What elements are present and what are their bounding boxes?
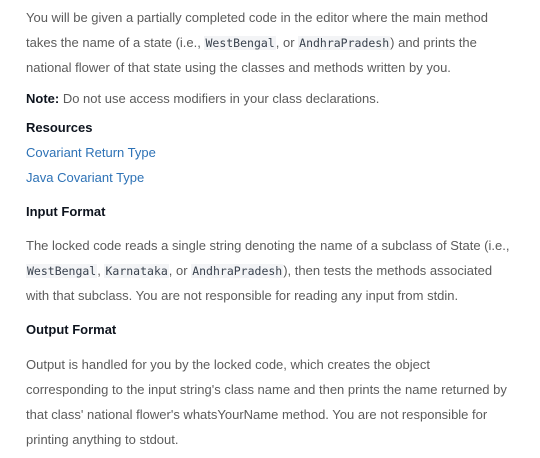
- intro-line: national flower of that state using the …: [26, 60, 451, 75]
- text: , or: [168, 263, 192, 278]
- inline-code: AndhraPradesh: [191, 264, 284, 278]
- output-format-heading: Output Format: [26, 322, 117, 337]
- link-covariant-return-type[interactable]: Covariant Return Type: [26, 145, 156, 161]
- output-format-line: Output is handled for you by the locked …: [26, 357, 430, 372]
- text: takes the name of a state (i.e.,: [26, 35, 205, 50]
- output-format-line: that class' national flower's whatsYourN…: [26, 407, 488, 422]
- note-text: Do not use access modifiers in your clas…: [59, 91, 380, 106]
- inline-code: WestBengal: [204, 36, 276, 50]
- intro-line: takes the name of a state (i.e., WestBen…: [26, 35, 477, 51]
- note-label: Note:: [26, 91, 60, 106]
- text: ), then tests the methods associated: [283, 263, 493, 278]
- inline-code: AndhraPradesh: [298, 36, 391, 50]
- text: , or: [275, 35, 299, 50]
- resources-heading: Resources: [26, 120, 93, 135]
- inline-code: WestBengal: [26, 264, 98, 278]
- input-format-line: The locked code reads a single string de…: [26, 238, 510, 253]
- text: ) and prints the: [390, 35, 477, 50]
- input-format-line: WestBengal, Karnataka, or AndhraPradesh)…: [26, 263, 492, 279]
- link-java-covariant-type[interactable]: Java Covariant Type: [26, 170, 144, 186]
- output-format-line: printing anything to stdout.: [26, 432, 179, 447]
- output-format-line: corresponding to the input string's clas…: [26, 382, 507, 397]
- input-format-heading: Input Format: [26, 204, 106, 219]
- input-format-line: with that subclass. You are not responsi…: [26, 288, 459, 303]
- inline-code: Karnataka: [104, 264, 169, 278]
- intro-line: You will be given a partially completed …: [26, 10, 489, 25]
- note: Note: Do not use access modifiers in you…: [26, 91, 379, 107]
